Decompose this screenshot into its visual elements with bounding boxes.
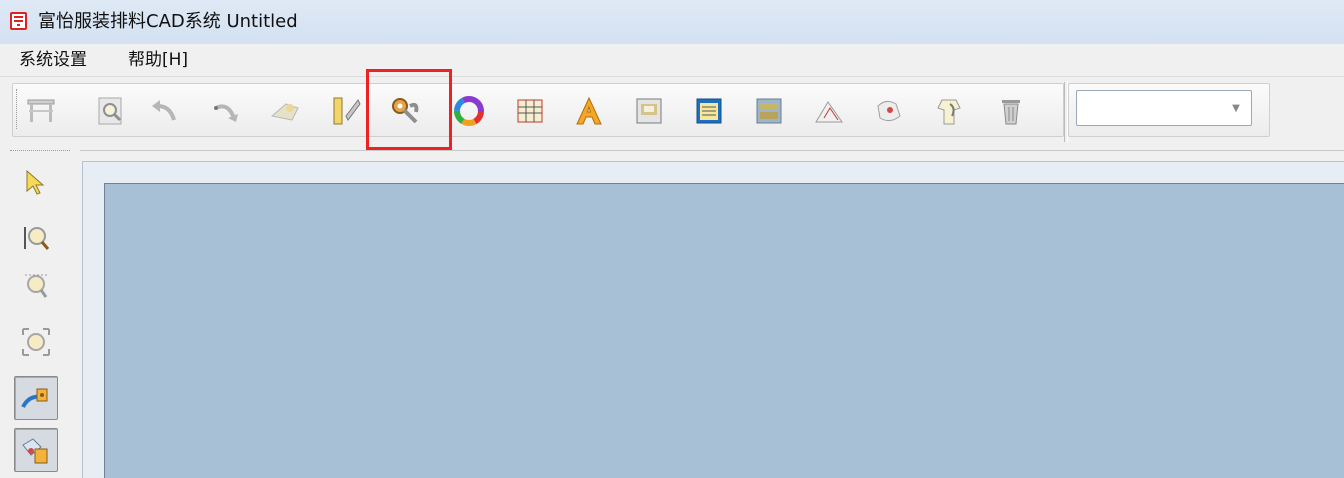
- trash-can-icon[interactable]: [992, 92, 1030, 130]
- piece-lock-icon[interactable]: [14, 428, 58, 472]
- color-ring-icon[interactable]: [450, 92, 488, 130]
- toolbar-grip[interactable]: [16, 89, 20, 129]
- layout-combo-box[interactable]: ▼: [1076, 90, 1252, 126]
- window-title: 富怡服装排料CAD系统 Untitled: [38, 11, 298, 32]
- font-a-icon[interactable]: [570, 92, 608, 130]
- layout-image-icon[interactable]: [630, 92, 668, 130]
- menu-help[interactable]: 帮助[H]: [128, 49, 188, 71]
- title-bar: 富怡服装排料CAD系统 Untitled: [0, 0, 1344, 44]
- grid-table-icon[interactable]: [510, 92, 548, 130]
- select-arrow-icon[interactable]: [14, 160, 58, 204]
- fold-lines-icon[interactable]: [870, 92, 908, 130]
- ruler-wrench-icon[interactable]: [326, 92, 364, 130]
- zoom-in-icon[interactable]: [14, 216, 58, 260]
- menu-bar: 系统设置 帮助[H]: [0, 44, 1344, 77]
- gear-wrench-icon[interactable]: [386, 92, 424, 130]
- map-texture-icon[interactable]: [750, 92, 788, 130]
- zoom-full-icon[interactable]: [14, 320, 58, 364]
- piece-tool-icon[interactable]: [266, 92, 304, 130]
- pieces-stack-icon[interactable]: [810, 92, 848, 130]
- fuyi-logo-icon[interactable]: [10, 12, 27, 30]
- marker-canvas[interactable]: [104, 183, 1344, 478]
- zoom-fit-icon[interactable]: [14, 264, 58, 308]
- menu-system-settings[interactable]: 系统设置: [19, 49, 87, 71]
- redo-arrow-icon[interactable]: [206, 92, 244, 130]
- side-toolbar-grip[interactable]: [10, 150, 70, 154]
- magnifier-page-icon[interactable]: [92, 92, 130, 130]
- garment-rotate-icon[interactable]: [930, 92, 968, 130]
- table-icon[interactable]: [22, 92, 60, 130]
- toolbar-separator: [1064, 82, 1068, 142]
- chevron-down-icon[interactable]: ▼: [1227, 97, 1245, 119]
- list-view-icon[interactable]: [690, 92, 728, 130]
- piece-rotate-lock-icon[interactable]: [14, 376, 58, 420]
- undo-arrow-icon[interactable]: [146, 92, 184, 130]
